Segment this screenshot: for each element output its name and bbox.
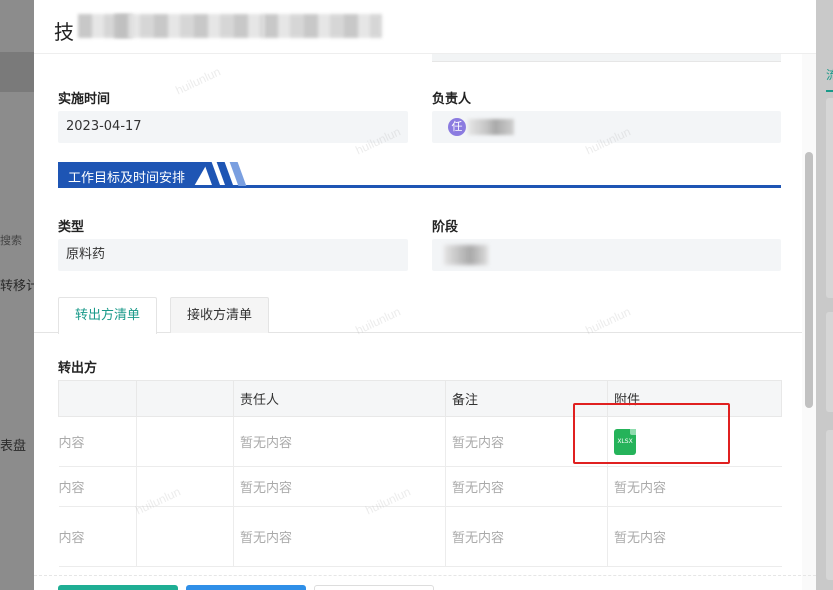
detail-dialog: 技 实施时间 2023-04-17 负责人 任 工作目标及时间安排 类型 原料药 [34,0,816,590]
table-cell: 内容 [58,466,137,507]
background-dashboard-label: 表盘 [0,439,27,454]
table-row: 内容 暂无内容 暂无内容 XLSX [58,416,782,467]
watermark: huilunlun [173,64,223,98]
table-header [58,380,137,417]
tab-transfer-out[interactable]: 转出方清单 [58,297,158,334]
impl-time-field[interactable]: 2023-04-17 [58,111,408,143]
background-right-tab: 流 [826,68,833,82]
xlsx-file-icon[interactable]: XLSX [614,428,636,455]
background-right-tab-underline [826,90,833,92]
impl-time-label: 实施时间 [58,92,111,107]
background-right-card [826,430,833,580]
table-cell [136,466,234,507]
previous-field-edge [432,54,781,62]
stage-field[interactable] [432,239,781,271]
transfer-out-table: 责任人 备注 附件 内容 暂无内容 暂无内容 XLSX 内容 暂无内容 暂无内容… [58,380,782,567]
list-tabs: 转出方清单 接收方清单 [34,297,816,334]
table-row: 内容 暂无内容 暂无内容 暂无内容 [58,466,782,507]
tab-receiver[interactable]: 接收方清单 [170,297,270,333]
stage-value-redacted [444,245,488,265]
owner-name-redacted [468,119,514,135]
table-cell: 暂无内容 [607,466,782,507]
table-cell: 暂无内容 [445,506,608,567]
dialog-title: 技 [54,20,74,44]
owner-field[interactable]: 任 [432,111,781,143]
background-right-panel: 流 [816,0,833,590]
footer-default-button[interactable] [314,585,434,590]
table-cell: 内容 [58,416,137,467]
impl-time-value: 2023-04-17 [66,119,142,134]
type-label: 类型 [58,220,85,235]
footer-secondary-button[interactable] [186,585,306,590]
type-field[interactable]: 原料药 [58,239,408,271]
type-value: 原料药 [66,247,106,262]
table-header-remark: 备注 [445,380,608,417]
section-title: 工作目标及时间安排 [68,171,186,186]
transfer-out-title: 转出方 [58,361,98,376]
table-header [136,380,234,417]
table-cell-attachment: XLSX [607,416,782,467]
table-header-row: 责任人 备注 附件 [58,380,782,417]
dialog-title-redacted [264,14,382,38]
avatar: 任 [448,118,466,136]
dialog-header: 技 [34,0,816,54]
table-header-attachment: 附件 [607,380,782,417]
dialog-content: 实施时间 2023-04-17 负责人 任 工作目标及时间安排 类型 原料药 阶… [34,54,816,590]
background-sidebar-active [0,52,34,92]
background-right-card [826,98,833,298]
table-header-owner: 责任人 [233,380,446,417]
table-cell: 暂无内容 [445,416,608,467]
table-row: 内容 暂无内容 暂无内容 暂无内容 [58,506,782,567]
section-header: 工作目标及时间安排 [58,162,781,188]
background-right-card [826,312,833,412]
background-search-label: 搜索 [0,234,22,247]
table-cell [136,506,234,567]
table-cell: 暂无内容 [233,506,446,567]
footer-primary-button[interactable] [58,585,178,590]
scrollbar-thumb[interactable] [805,152,813,408]
table-cell: 暂无内容 [607,506,782,567]
table-cell: 内容 [58,506,137,567]
table-cell: 暂无内容 [445,466,608,507]
owner-label: 负责人 [432,92,472,107]
stage-label: 阶段 [432,220,459,235]
dialog-title-redacted [114,14,264,38]
table-cell [136,416,234,467]
table-cell: 暂无内容 [233,416,446,467]
table-cell: 暂无内容 [233,466,446,507]
